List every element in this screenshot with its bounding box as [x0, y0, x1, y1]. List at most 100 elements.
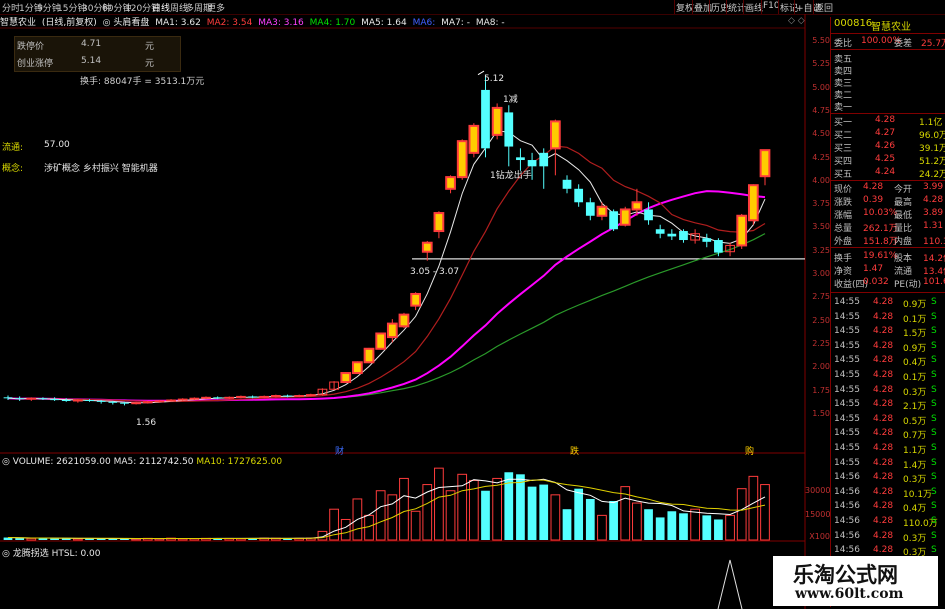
stat-row: 涨跌 0.39 最高 4.28: [831, 195, 945, 208]
stat-label: 流通: [894, 267, 913, 277]
candle-body: [631, 201, 643, 211]
stat-value: 262.1万: [863, 224, 898, 234]
tick-side: S: [931, 457, 937, 468]
candle-body: [154, 400, 165, 403]
volume-bar: [539, 484, 549, 540]
volume-bar: [375, 490, 386, 541]
tick-volume: 1.5万: [903, 329, 927, 340]
stat-value: 0.032: [863, 277, 889, 287]
price-tick: 4.25: [812, 152, 830, 162]
tick-volume: 0.4万: [903, 358, 927, 369]
tick-row: 14:55 4.28 0.5万 S: [831, 414, 945, 427]
tick-time: 14:55: [834, 457, 860, 468]
event-marker-1[interactable]: 财: [335, 444, 344, 457]
candle-body: [131, 402, 141, 405]
stat-value: 4.28: [863, 182, 884, 192]
volume-tick: X100: [809, 532, 830, 541]
buy-level-label: 买二: [834, 131, 853, 141]
stat-value: 151.8万: [863, 237, 898, 247]
volume-bar: [597, 514, 607, 541]
stat-row: 外盘 151.8万内盘 110.3万: [831, 234, 945, 247]
stat-label: PE(动): [894, 280, 922, 290]
buy-level-row: 买三 4.26 39.1万: [831, 141, 945, 154]
stat-label: 总量: [834, 224, 853, 234]
candle-body: [363, 347, 375, 364]
buy-level-volume: 39.1万: [919, 144, 945, 154]
candle-body: [73, 399, 83, 402]
candle-body: [259, 395, 270, 398]
candle-body: [3, 397, 13, 399]
candle-body: [294, 395, 305, 398]
tick-price: 4.28: [873, 326, 894, 337]
volume-bar: [15, 538, 25, 540]
candle-body: [421, 241, 433, 253]
volume-bar: [679, 513, 688, 540]
price-tick: 4.50: [812, 129, 830, 139]
volume-bar: [410, 510, 421, 541]
tick-price: 4.28: [873, 370, 894, 380]
candle-body: [619, 208, 631, 226]
stat-row: 现价 4.28 今开 3.99: [831, 182, 945, 195]
tick-side: S: [931, 428, 937, 439]
stat-value: 4.28: [923, 195, 944, 205]
buy-level-label: 买五: [834, 170, 853, 180]
tick-row: 14:55 4.28 0.1万 S: [831, 370, 945, 383]
volume-bar: [690, 508, 700, 541]
tick-price: 4.28: [873, 355, 894, 366]
tick-price: 4.28: [873, 457, 894, 468]
event-marker-2[interactable]: 跌: [570, 444, 579, 457]
candle-body: [456, 140, 468, 179]
peak-marker: 1减: [503, 95, 518, 105]
candle-body: [352, 361, 363, 375]
price-tick: 1.50: [812, 408, 830, 418]
candle-body: [433, 212, 445, 233]
tick-volume: 1.1万: [903, 446, 927, 456]
candle-body: [38, 398, 48, 400]
panel-divider: [831, 180, 945, 181]
volume-bar: [714, 519, 723, 540]
candle-body: [468, 124, 480, 154]
weibi-label: 委比: [834, 39, 853, 49]
tick-time: 14:55: [834, 428, 860, 439]
stat-value: 10.03%: [863, 208, 898, 218]
support-label: 3.05 - 3.07: [410, 267, 460, 277]
tick-time: 14:56: [834, 530, 860, 541]
buy-level-price: 4.25: [875, 154, 896, 164]
panel-divider: [831, 49, 945, 50]
candle-body: [386, 322, 398, 339]
price-tick: 2.25: [812, 338, 830, 348]
tick-volume: 0.3万: [903, 475, 927, 486]
tick-row: 14:56 4.28 0.3万 S: [831, 545, 945, 558]
candle-body: [504, 112, 514, 147]
tick-volume: 0.9万: [903, 300, 927, 310]
candle-body: [61, 400, 71, 402]
buy-level-label: 买四: [834, 157, 853, 167]
tick-side: S: [931, 384, 937, 395]
tick-row: 14:56 4.28 0.3万 S: [831, 530, 945, 544]
event-marker-3[interactable]: 购: [745, 444, 754, 457]
kline-chart[interactable]: [0, 0, 830, 609]
candle-body: [270, 395, 281, 398]
tick-side: S: [931, 326, 937, 337]
tick-side: S: [931, 472, 937, 483]
quote-title: 000816 智慧农业: [831, 18, 945, 33]
volume-bar: [492, 477, 503, 541]
volume-bar: [422, 484, 433, 541]
price-tick: 1.75: [812, 385, 830, 395]
buy-level-volume: 51.2万: [919, 157, 945, 167]
buy-level-row: 买二 4.27 96.0万: [831, 128, 945, 141]
tick-time: 14:55: [834, 311, 860, 322]
volume-bar: [585, 498, 595, 540]
tick-price: 4.28: [873, 516, 894, 526]
price-tick: 2.00: [812, 362, 830, 372]
tick-volume: 0.3万: [903, 387, 927, 398]
tick-price: 4.28: [873, 486, 894, 497]
tick-time: 14:55: [834, 399, 860, 410]
price-tick: 2.50: [812, 315, 830, 325]
stat-label: 股本: [894, 254, 913, 264]
tick-volume: 0.1万: [903, 314, 927, 325]
tick-side: S: [931, 545, 937, 556]
tick-price: 4.28: [873, 311, 894, 322]
low-price-label: 1.56: [136, 418, 157, 428]
tick-time: 14:56: [834, 472, 860, 483]
